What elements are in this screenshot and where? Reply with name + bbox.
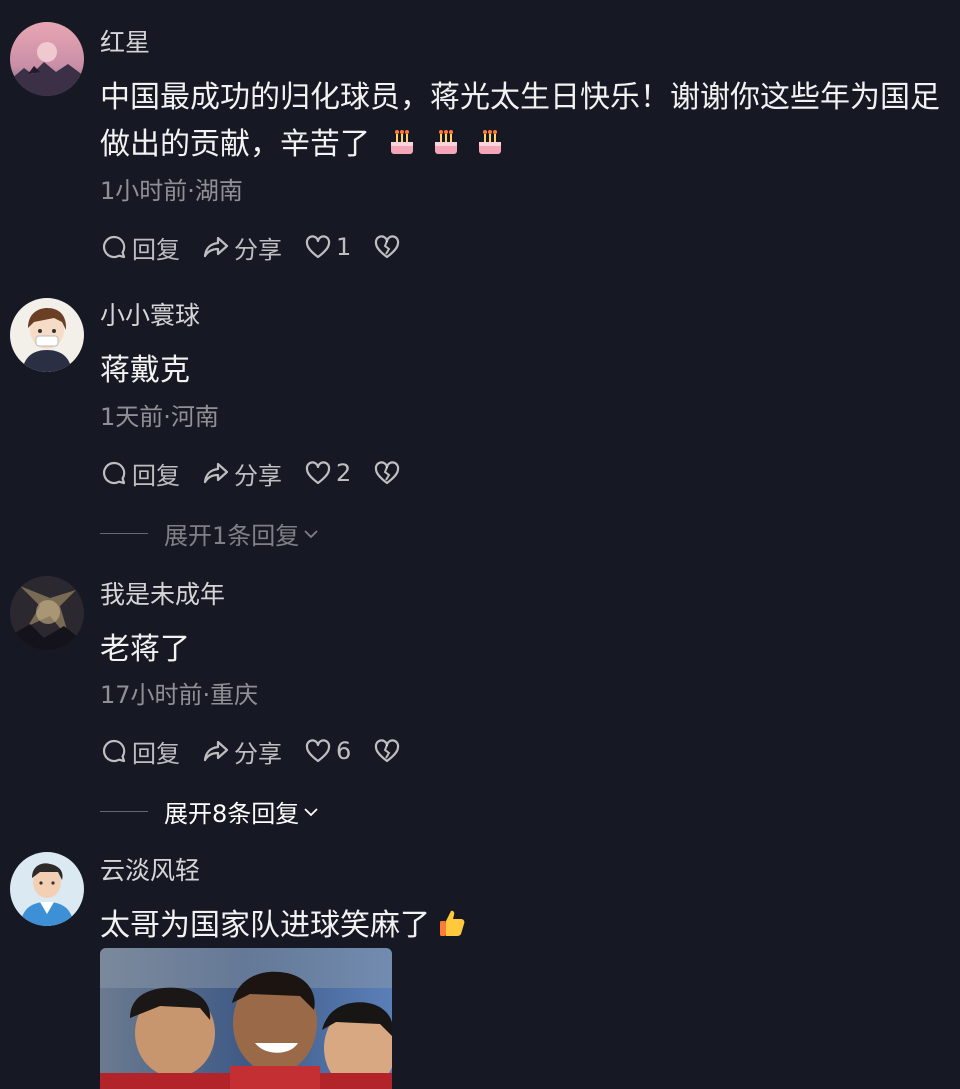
like-button[interactable]: 2 xyxy=(304,459,351,487)
heart-icon xyxy=(305,739,331,763)
comment-meta: 17小时前·重庆 xyxy=(100,681,259,709)
share-arrow-icon xyxy=(203,462,229,484)
like-button[interactable]: 6 xyxy=(304,737,351,765)
username[interactable]: 小小寰球 xyxy=(100,301,200,331)
comment-meta: 1天前·河南 xyxy=(100,403,219,431)
reply-label: 回复 xyxy=(132,739,180,768)
cake-emoji xyxy=(478,130,501,154)
comment-text-content: 太哥为国家队进球笑麻了 xyxy=(100,908,430,943)
broken-heart-icon xyxy=(375,739,400,763)
reply-label: 回复 xyxy=(132,235,180,264)
share-button[interactable]: 分享 xyxy=(202,734,282,769)
comment-text-content: 中国最成功的归化球员，蒋光太生日快乐！谢谢你这些年为国足做出的贡献，辛苦了 xyxy=(100,80,940,162)
username[interactable]: 我是未成年 xyxy=(100,580,225,610)
expand-replies-button[interactable]: 展开1条回复 xyxy=(100,516,321,551)
like-button[interactable]: 1 xyxy=(304,233,351,261)
like-count: 2 xyxy=(336,459,352,487)
comment-text: 蒋戴克 xyxy=(100,353,190,388)
cake-emoji xyxy=(390,130,413,154)
reply-button[interactable]: 回复 xyxy=(100,456,180,491)
dislike-button[interactable] xyxy=(373,737,405,765)
avatar[interactable] xyxy=(10,298,84,372)
heart-icon xyxy=(305,235,331,259)
comment-actions: 回复 分享 6 xyxy=(100,734,427,768)
share-arrow-icon xyxy=(203,236,229,258)
expand-replies-button[interactable]: 展开8条回复 xyxy=(100,794,321,829)
comment-text: 老蒋了 xyxy=(100,632,190,667)
comment-actions: 回复 分享 2 xyxy=(100,456,427,490)
broken-heart-icon xyxy=(375,461,400,485)
broken-heart-icon xyxy=(375,235,400,259)
dislike-button[interactable] xyxy=(373,233,405,261)
share-arrow-icon xyxy=(203,740,229,762)
username[interactable]: 云淡风轻 xyxy=(100,856,200,886)
share-label: 分享 xyxy=(234,461,282,490)
chevron-down-icon xyxy=(304,529,318,538)
comment-text: 中国最成功的归化球员，蒋光太生日快乐！谢谢你这些年为国足做出的贡献，辛苦了 xyxy=(100,74,940,168)
share-label: 分享 xyxy=(234,235,282,264)
expand-replies-label: 展开8条回复 xyxy=(164,800,300,828)
chevron-down-icon xyxy=(304,807,318,816)
like-count: 6 xyxy=(336,737,352,765)
comment-bubble-icon xyxy=(102,235,126,259)
username[interactable]: 红星 xyxy=(100,28,150,58)
share-button[interactable]: 分享 xyxy=(202,230,282,265)
avatar[interactable] xyxy=(10,576,84,650)
cake-emoji xyxy=(434,130,457,154)
comment-bubble-icon xyxy=(102,739,126,763)
reply-button[interactable]: 回复 xyxy=(100,734,180,769)
dislike-button[interactable] xyxy=(373,459,405,487)
divider-line xyxy=(100,811,148,812)
comment-actions: 回复 分享 1 xyxy=(100,230,427,264)
comment-image[interactable] xyxy=(100,948,392,1089)
heart-icon xyxy=(305,461,331,485)
expand-replies-label: 展开1条回复 xyxy=(164,522,300,550)
comment-text: 太哥为国家队进球笑麻了 xyxy=(100,902,940,949)
comment-bubble-icon xyxy=(102,461,126,485)
avatar[interactable] xyxy=(10,852,84,926)
reply-label: 回复 xyxy=(132,461,180,490)
reply-button[interactable]: 回复 xyxy=(100,230,180,265)
like-count: 1 xyxy=(336,233,352,261)
share-label: 分享 xyxy=(234,739,282,768)
thumbs-up-emoji xyxy=(440,910,465,936)
divider-line xyxy=(100,533,148,534)
comment-meta: 1小时前·湖南 xyxy=(100,177,243,205)
avatar[interactable] xyxy=(10,22,84,96)
share-button[interactable]: 分享 xyxy=(202,456,282,491)
